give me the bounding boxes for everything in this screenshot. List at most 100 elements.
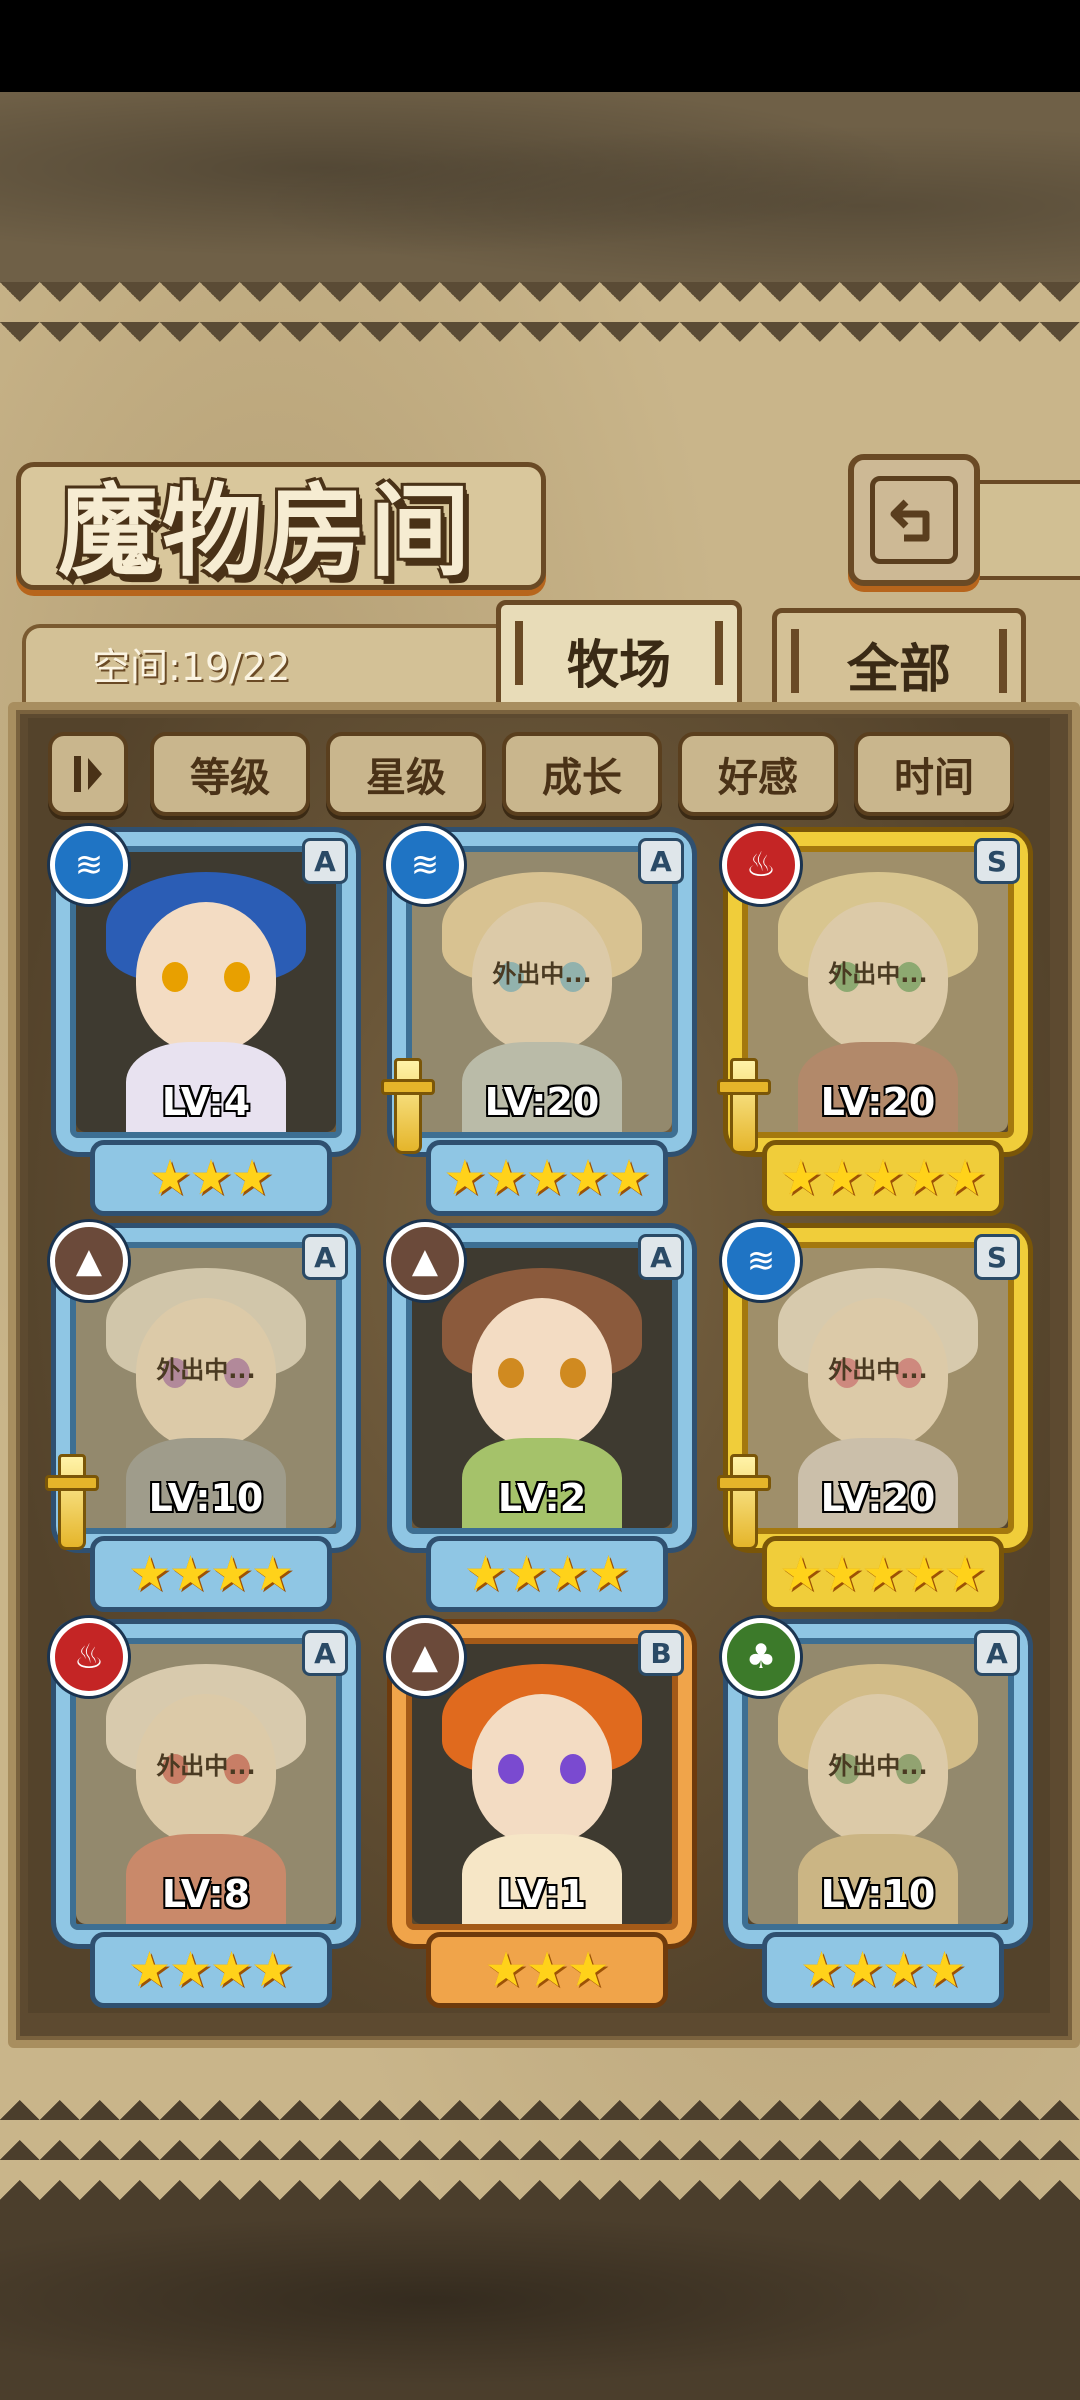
star-icon: ★ <box>861 1546 905 1602</box>
away-status: 外出中... <box>492 960 592 988</box>
star-icon: ★ <box>566 1150 610 1206</box>
star-icon: ★ <box>504 1546 548 1602</box>
star-icon: ★ <box>779 1546 823 1602</box>
tab-ranch-label: 牧场 <box>566 635 671 696</box>
monster-card[interactable]: 外出中... LV:20 ♨ S ★ ★ ★ ★ ★ <box>717 826 1042 1216</box>
star-icon: ★ <box>230 1150 274 1206</box>
star-icon: ★ <box>566 1942 610 1998</box>
tab-all-label: 全部 <box>846 639 951 700</box>
away-status: 外出中... <box>828 960 928 988</box>
sword-icon <box>717 1058 771 1154</box>
sword-icon <box>381 1058 435 1154</box>
star-icon: ★ <box>820 1150 864 1206</box>
monster-card[interactable]: 外出中... LV:20 ≋ A ★ ★ ★ ★ ★ <box>381 826 706 1216</box>
monster-level: LV:10 <box>820 1872 936 1916</box>
star-bar: ★ ★ ★ <box>90 1140 332 1216</box>
star-icon: ★ <box>484 1150 528 1206</box>
rank-badge: S <box>974 1234 1020 1280</box>
star-bar: ★ ★ ★ ★ <box>762 1932 1004 2008</box>
star-bar: ★ ★ ★ ★ <box>90 1536 332 1612</box>
star-icon: ★ <box>127 1546 171 1602</box>
away-status: 外出中... <box>156 1752 256 1780</box>
star-icon: ★ <box>463 1546 507 1602</box>
monster-card[interactable]: 外出中... LV:10 ▲ A ★ ★ ★ ★ <box>45 1222 370 1612</box>
element-earth-icon: ▲ <box>386 1222 464 1300</box>
monster-card[interactable]: LV:2 ▲ A ★ ★ ★ ★ <box>386 1222 706 1612</box>
filter-affinity[interactable]: 好感 <box>678 732 838 816</box>
star-icon: ★ <box>923 1942 967 1998</box>
star-bar: ★ ★ ★ ★ ★ <box>426 1140 668 1216</box>
star-icon: ★ <box>251 1546 295 1602</box>
star-icon: ★ <box>607 1150 651 1206</box>
rank-badge: A <box>302 1234 348 1280</box>
monster-level: LV:1 <box>497 1872 587 1916</box>
star-bar: ★ ★ ★ <box>426 1932 668 2008</box>
status-bar <box>0 0 1080 92</box>
element-fire-icon: ♨ <box>722 826 800 904</box>
map-background-top <box>0 92 1080 282</box>
space-capacity: 空间:19/22 <box>92 645 291 689</box>
star-icon: ★ <box>210 1546 254 1602</box>
sort-icon <box>74 756 102 792</box>
star-icon: ★ <box>820 1546 864 1602</box>
return-icon <box>870 476 958 564</box>
element-earth-icon: ▲ <box>50 1222 128 1300</box>
monster-card[interactable]: 外出中... LV:8 ♨ A ★ ★ ★ ★ <box>50 1618 370 2008</box>
rank-badge: B <box>638 1630 684 1676</box>
monster-card[interactable]: LV:1 ▲ B ★ ★ ★ <box>386 1618 706 2008</box>
star-icon: ★ <box>882 1942 926 1998</box>
element-water-icon: ≋ <box>722 1222 800 1300</box>
star-icon: ★ <box>525 1942 569 1998</box>
sword-icon <box>45 1454 99 1550</box>
star-bar: ★ ★ ★ ★ <box>426 1536 668 1612</box>
element-water-icon: ≋ <box>50 826 128 904</box>
torn-edge-bottom <box>0 2090 1080 2200</box>
star-icon: ★ <box>168 1546 212 1602</box>
page-title: 魔物房间 <box>58 472 474 590</box>
star-bar: ★ ★ ★ ★ <box>90 1932 332 2008</box>
monster-level: LV:2 <box>497 1476 587 1520</box>
map-background-bottom <box>0 2200 1080 2400</box>
star-bar: ★ ★ ★ ★ ★ <box>762 1536 1004 1612</box>
monster-card[interactable]: LV:4 ≋ A ★ ★ ★ <box>50 826 370 1216</box>
rank-badge: A <box>302 838 348 884</box>
element-wood-icon: ♣ <box>722 1618 800 1696</box>
star-icon: ★ <box>902 1546 946 1602</box>
star-icon: ★ <box>546 1546 590 1602</box>
star-icon: ★ <box>840 1942 884 1998</box>
star-icon: ★ <box>902 1150 946 1206</box>
rank-badge: A <box>302 1630 348 1676</box>
star-icon: ★ <box>443 1150 487 1206</box>
monster-card[interactable]: 外出中... LV:20 ≋ S ★ ★ ★ ★ ★ <box>717 1222 1042 1612</box>
filter-level[interactable]: 等级 <box>150 732 310 816</box>
star-icon: ★ <box>251 1942 295 1998</box>
monster-card[interactable]: 外出中... LV:10 ♣ A ★ ★ ★ ★ <box>722 1618 1042 2008</box>
star-icon: ★ <box>525 1150 569 1206</box>
monster-level: LV:4 <box>161 1080 251 1124</box>
sort-order-button[interactable] <box>48 732 128 816</box>
element-fire-icon: ♨ <box>50 1618 128 1696</box>
torn-edge-top <box>0 282 1080 352</box>
star-icon: ★ <box>127 1942 171 1998</box>
filter-growth[interactable]: 成长 <box>502 732 662 816</box>
star-bar: ★ ★ ★ ★ ★ <box>762 1140 1004 1216</box>
filter-time[interactable]: 时间 <box>854 732 1014 816</box>
star-icon: ★ <box>587 1546 631 1602</box>
element-earth-icon: ▲ <box>386 1618 464 1696</box>
away-status: 外出中... <box>156 1356 256 1384</box>
filter-star[interactable]: 星级 <box>326 732 486 816</box>
rank-badge: S <box>974 838 1020 884</box>
star-icon: ★ <box>943 1150 987 1206</box>
away-status: 外出中... <box>828 1356 928 1384</box>
star-icon: ★ <box>943 1546 987 1602</box>
star-icon: ★ <box>799 1942 843 1998</box>
rank-badge: A <box>638 1234 684 1280</box>
back-button[interactable] <box>848 454 980 586</box>
rank-badge: A <box>974 1630 1020 1676</box>
star-icon: ★ <box>189 1150 233 1206</box>
element-water-icon: ≋ <box>386 826 464 904</box>
monster-level: LV:8 <box>161 1872 251 1916</box>
star-icon: ★ <box>148 1150 192 1206</box>
star-icon: ★ <box>779 1150 823 1206</box>
rank-badge: A <box>638 838 684 884</box>
